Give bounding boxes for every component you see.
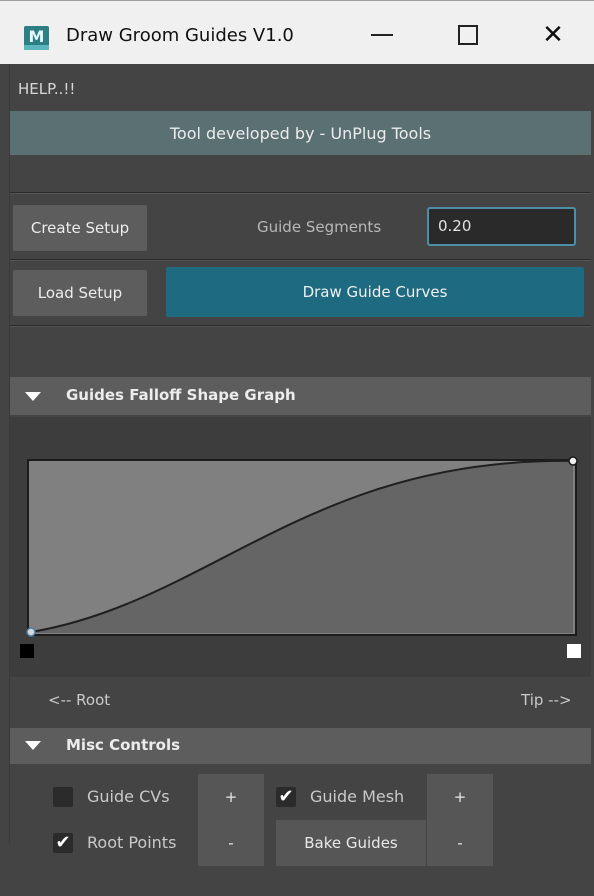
collapse-triangle-icon bbox=[25, 741, 41, 750]
check-icon: ✔ bbox=[278, 786, 294, 807]
tip-curve-point[interactable] bbox=[568, 456, 578, 466]
root-points-label: Root Points bbox=[87, 833, 177, 852]
falloff-section-title: Guides Falloff Shape Graph bbox=[66, 386, 296, 404]
create-setup-button[interactable]: Create Setup bbox=[13, 205, 147, 251]
maximize-icon bbox=[458, 25, 478, 45]
falloff-section-header[interactable]: Guides Falloff Shape Graph bbox=[10, 377, 591, 415]
root-color-swatch[interactable] bbox=[20, 644, 34, 658]
logo-letter: M bbox=[28, 27, 45, 46]
load-setup-button[interactable]: Load Setup bbox=[13, 270, 147, 316]
credit-banner: Tool developed by - UnPlug Tools bbox=[10, 111, 591, 155]
minimize-button[interactable] bbox=[352, 14, 412, 56]
bake-guides-minus-button[interactable]: - bbox=[427, 820, 493, 866]
tip-label: Tip --> bbox=[521, 691, 572, 709]
collapse-triangle-icon bbox=[25, 392, 41, 401]
tip-color-swatch[interactable] bbox=[567, 644, 581, 658]
separator-highlight bbox=[10, 260, 591, 261]
guide-mesh-checkbox[interactable]: ✔ bbox=[276, 787, 296, 807]
guide-mesh-label: Guide Mesh bbox=[310, 787, 405, 806]
guide-cvs-checkbox[interactable] bbox=[53, 787, 73, 807]
title-bar: M Draw Groom Guides V1.0 ✕ bbox=[0, 0, 594, 64]
guide-mesh-plus-button[interactable]: + bbox=[427, 774, 493, 820]
misc-section-title: Misc Controls bbox=[66, 736, 181, 754]
close-button[interactable]: ✕ bbox=[523, 14, 583, 56]
misc-section-header[interactable]: Misc Controls bbox=[10, 728, 591, 764]
bake-guides-button[interactable]: Bake Guides bbox=[276, 820, 426, 866]
close-icon: ✕ bbox=[542, 20, 564, 50]
check-icon: ✔ bbox=[55, 832, 71, 853]
root-points-checkbox[interactable]: ✔ bbox=[53, 833, 73, 853]
maximize-button[interactable] bbox=[438, 14, 498, 56]
logo-stripe bbox=[24, 45, 49, 50]
credit-text: Tool developed by - UnPlug Tools bbox=[169, 123, 432, 143]
guide-cvs-plus-button[interactable]: + bbox=[198, 774, 264, 820]
help-menu[interactable]: HELP..!! bbox=[18, 80, 75, 98]
root-curve-point[interactable] bbox=[26, 627, 36, 637]
window-title: Draw Groom Guides V1.0 bbox=[66, 25, 294, 46]
minimize-icon bbox=[371, 34, 393, 36]
separator-highlight bbox=[10, 326, 591, 327]
maya-logo-icon: M bbox=[24, 26, 49, 50]
draw-guide-curves-button[interactable]: Draw Guide Curves bbox=[166, 267, 584, 317]
falloff-graph-panel bbox=[10, 417, 591, 677]
root-points-minus-button[interactable]: - bbox=[198, 820, 264, 866]
separator-highlight bbox=[10, 193, 591, 194]
title-bar-border bbox=[0, 0, 594, 1]
guide-cvs-label: Guide CVs bbox=[87, 787, 170, 806]
falloff-curve-graph[interactable] bbox=[10, 417, 591, 677]
root-label: <-- Root bbox=[48, 691, 111, 709]
guide-segments-label: Guide Segments bbox=[257, 218, 382, 236]
guide-segments-input[interactable]: 0.20 bbox=[427, 207, 576, 246]
